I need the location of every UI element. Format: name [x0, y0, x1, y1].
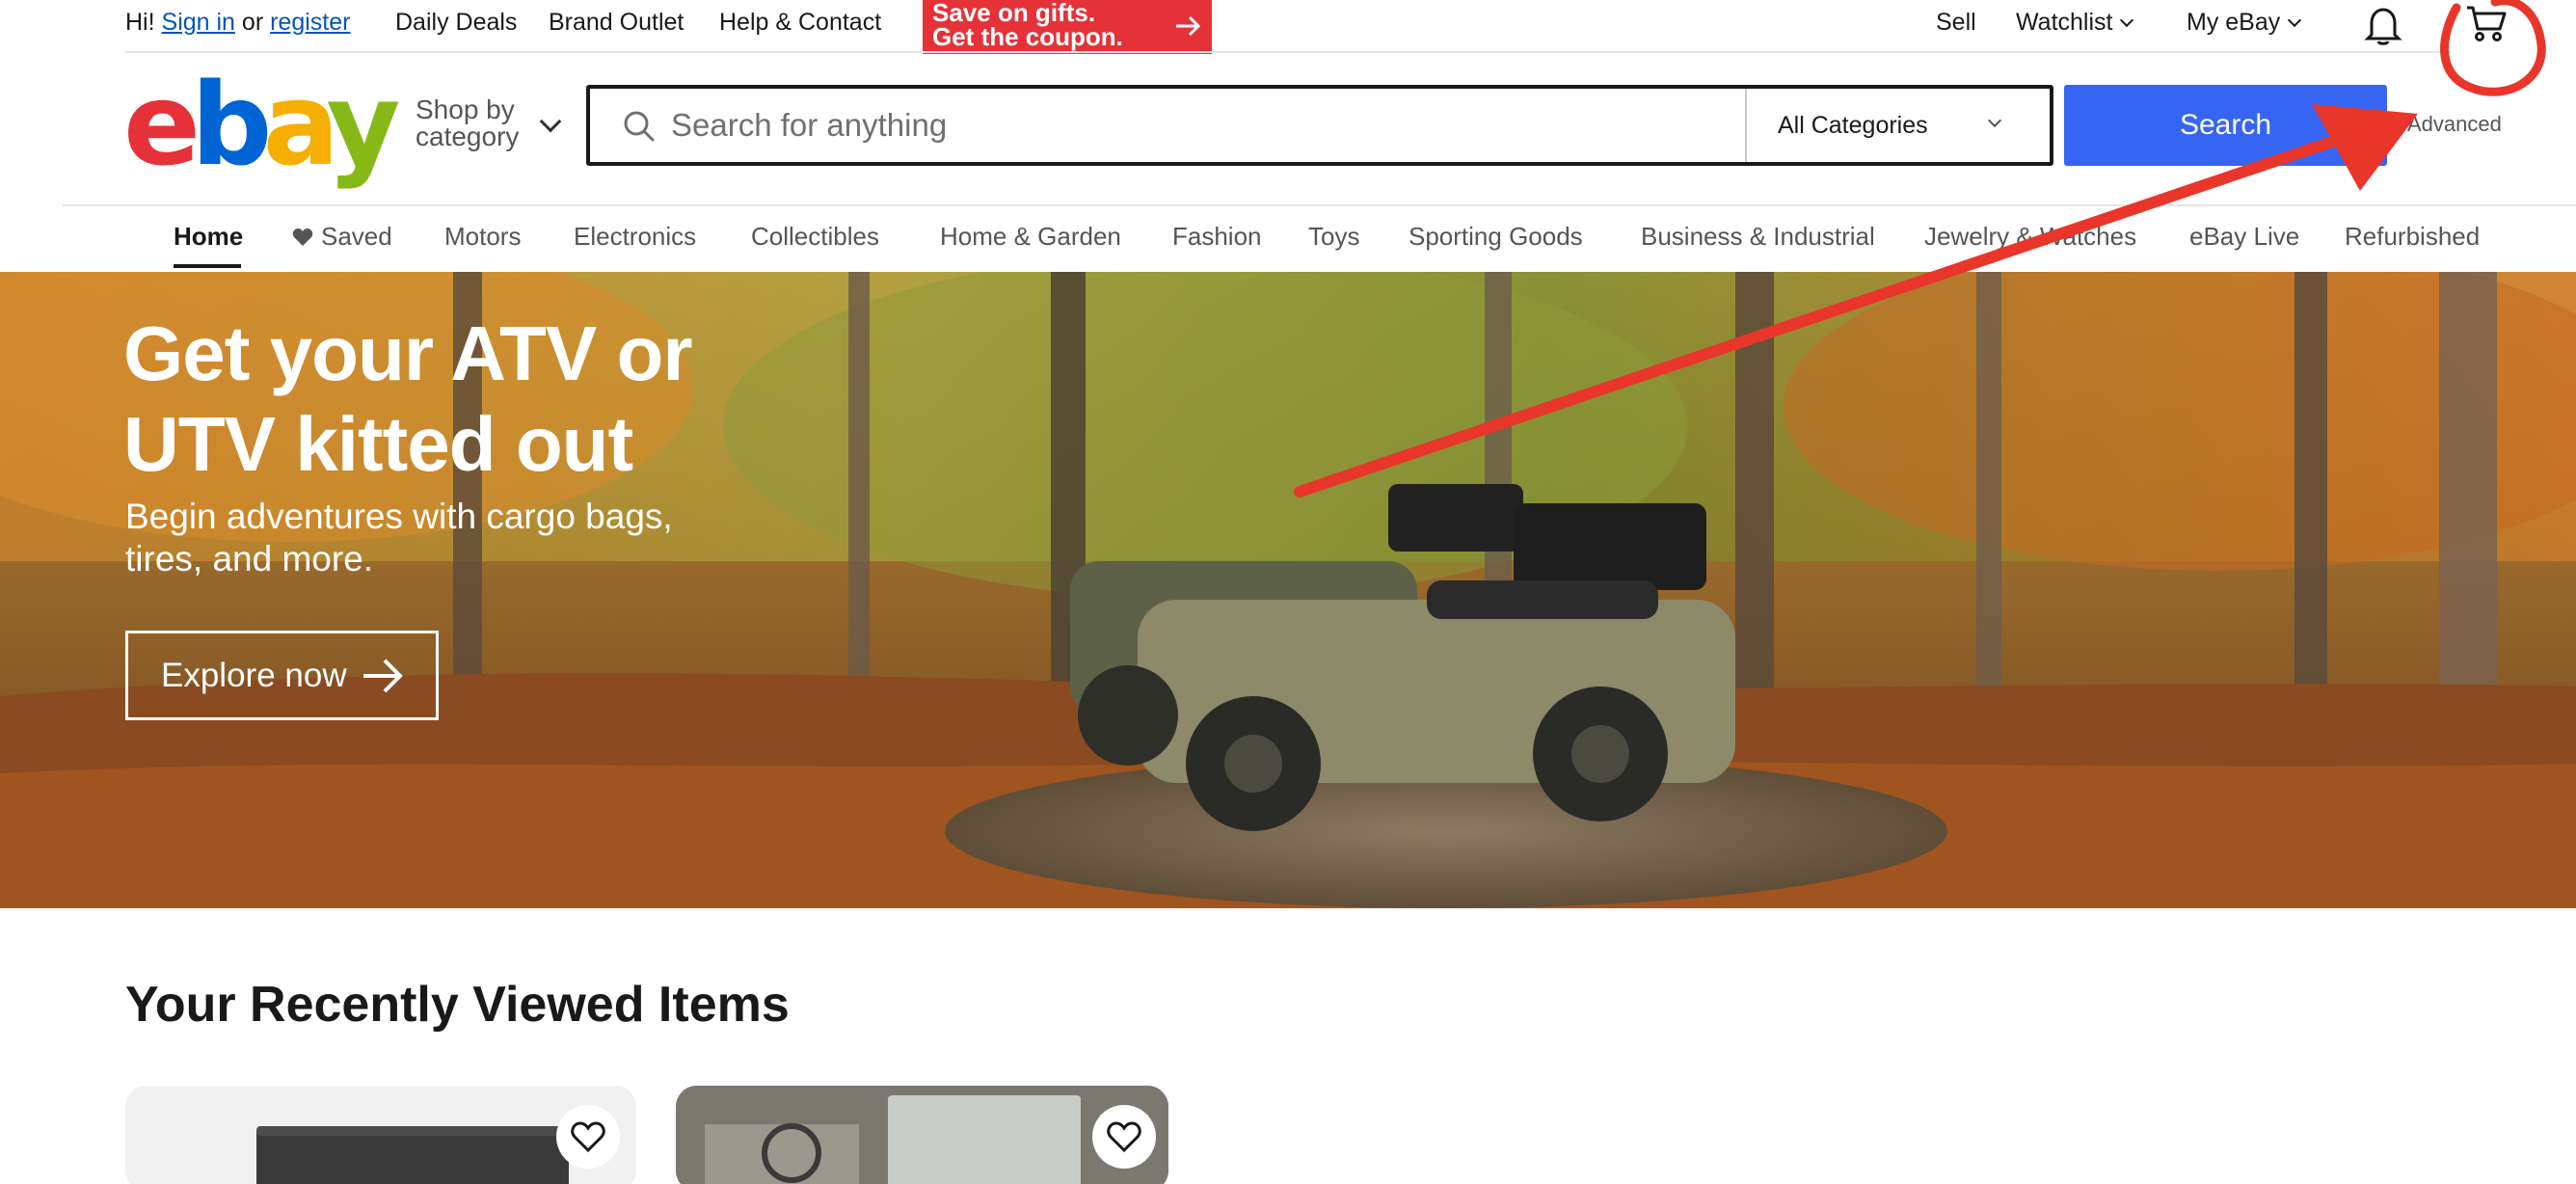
- topbar-divider: [125, 51, 2451, 53]
- cart-icon[interactable]: [2465, 4, 2508, 42]
- search-divider: [1745, 89, 1747, 162]
- search-icon: [624, 111, 655, 142]
- category-select-value: All Categories: [1778, 112, 1928, 139]
- chevron-down-icon: [539, 110, 562, 133]
- register-link[interactable]: register: [270, 9, 350, 36]
- nav-item-toys[interactable]: Toys: [1308, 220, 1359, 253]
- hero-title: Get your ATV or UTV kitted out: [123, 310, 693, 487]
- sign-in-link[interactable]: Sign in: [162, 9, 235, 36]
- nav-item-motors[interactable]: Motors: [444, 220, 521, 253]
- top-utility-bar: Hi! Sign in or register Daily Deals Bran…: [0, 0, 2576, 54]
- search-input[interactable]: [671, 98, 1539, 152]
- nav-item-collectibles[interactable]: Collectibles: [751, 220, 879, 253]
- daily-deals-link[interactable]: Daily Deals: [395, 6, 517, 39]
- nav-item-home[interactable]: Home: [174, 220, 243, 253]
- shop-by-category-label: Shop by category: [416, 94, 520, 151]
- heart-outline-icon: [571, 1121, 605, 1152]
- chevron-down-icon: [2120, 13, 2134, 28]
- favorite-button[interactable]: [1092, 1105, 1156, 1169]
- nav-item-ebay-live[interactable]: eBay Live: [2189, 220, 2299, 253]
- watchlist-label: Watchlist: [2016, 9, 2113, 36]
- arrow-right-icon: [1176, 15, 1201, 37]
- hero-subtitle: Begin adventures with cargo bags, tires,…: [125, 497, 673, 579]
- nav-item-sporting-goods[interactable]: Sporting Goods: [1409, 220, 1583, 253]
- explore-now-button[interactable]: Explore now: [125, 631, 439, 720]
- chevron-down-icon: [2288, 13, 2302, 28]
- logo-letter-b: b: [191, 58, 273, 191]
- arrow-right-icon: [363, 659, 403, 693]
- ebay-logo[interactable]: ebay: [123, 67, 400, 181]
- search-bar: All Categories: [586, 85, 2053, 166]
- bell-icon[interactable]: [2364, 4, 2402, 46]
- greeting: Hi! Sign in or register: [125, 6, 350, 39]
- nav-item-fashion[interactable]: Fashion: [1172, 220, 1262, 253]
- nav-item-saved-label: Saved: [321, 222, 392, 251]
- hero-banner[interactable]: Get your ATV or UTV kitted out Begin adv…: [0, 272, 2576, 908]
- watchlist-menu[interactable]: Watchlist: [2016, 6, 2134, 39]
- nav-item-jewelry-watches[interactable]: Jewelry & Watches: [1924, 220, 2136, 253]
- chevron-down-icon: [1987, 113, 2002, 128]
- active-tab-indicator: [174, 264, 241, 268]
- greeting-text: Hi!: [125, 9, 155, 36]
- logo-letter-y: y: [326, 58, 401, 191]
- promo-banner[interactable]: Save on gifts. Get the coupon.: [923, 0, 1212, 54]
- explore-now-label: Explore now: [161, 657, 347, 694]
- sell-link[interactable]: Sell: [1936, 6, 1976, 39]
- recently-viewed-title: Your Recently Viewed Items: [125, 977, 790, 1033]
- shop-by-category-button[interactable]: Shop by category: [416, 96, 570, 154]
- advanced-search-link[interactable]: Advanced: [2407, 112, 2502, 137]
- logo-letter-e: e: [123, 58, 201, 191]
- heart-filled-icon: [292, 229, 313, 246]
- promo-line-2: Get the coupon.: [932, 22, 1123, 51]
- favorite-button[interactable]: [556, 1105, 620, 1169]
- nav-item-saved[interactable]: Saved: [292, 220, 392, 253]
- search-button[interactable]: Search: [2064, 85, 2387, 166]
- nav-item-refurbished[interactable]: Refurbished: [2345, 220, 2480, 253]
- or-text: or: [241, 9, 264, 36]
- help-contact-link[interactable]: Help & Contact: [719, 6, 881, 39]
- category-nav: Home Saved Motors Electronics Collectibl…: [0, 206, 2576, 272]
- nav-item-business-industrial[interactable]: Business & Industrial: [1641, 220, 1875, 253]
- nav-item-electronics[interactable]: Electronics: [574, 220, 696, 253]
- logo-letter-a: a: [262, 58, 336, 191]
- recently-viewed-item[interactable]: [125, 1086, 636, 1184]
- recently-viewed-item[interactable]: [676, 1086, 1168, 1184]
- heart-outline-icon: [1107, 1121, 1141, 1152]
- brand-outlet-link[interactable]: Brand Outlet: [549, 6, 684, 39]
- my-ebay-menu[interactable]: My eBay: [2187, 6, 2302, 39]
- category-select[interactable]: All Categories: [1778, 106, 2028, 145]
- nav-item-home-garden[interactable]: Home & Garden: [940, 220, 1121, 253]
- my-ebay-label: My eBay: [2187, 9, 2281, 36]
